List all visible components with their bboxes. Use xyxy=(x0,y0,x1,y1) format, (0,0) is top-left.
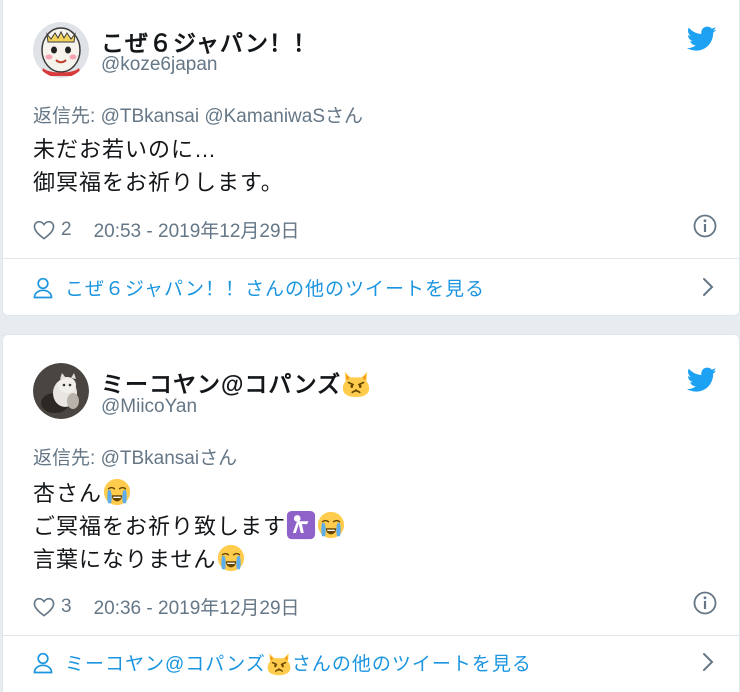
user-handle[interactable]: @koze6japan xyxy=(101,54,217,76)
person-icon xyxy=(33,277,53,299)
chevron-right-icon[interactable] xyxy=(701,651,715,673)
person-bowing-emoji xyxy=(286,510,316,540)
reply-mentions[interactable]: @TBkansai @KamaniwaS xyxy=(101,106,325,127)
more-tweets-label-suffix: さんの他のツイートを見る xyxy=(291,654,532,675)
chevron-right-icon[interactable] xyxy=(701,276,715,298)
user-handle[interactable]: @MiicoYan xyxy=(101,396,197,418)
divider xyxy=(3,635,739,636)
info-icon[interactable] xyxy=(693,214,717,238)
person-icon xyxy=(33,652,53,674)
display-name[interactable]: こぜ６ジャパン！！ xyxy=(101,24,317,58)
avatar[interactable] xyxy=(33,22,89,78)
avatar[interactable] xyxy=(33,363,89,419)
loudly-crying-face-emoji xyxy=(102,477,132,507)
heart-icon[interactable] xyxy=(33,597,55,617)
reply-prefix: 返信先: xyxy=(33,448,96,469)
cat-photo-avatar-icon xyxy=(33,363,89,419)
timestamp[interactable]: 20:36 - 2019年12月29日 xyxy=(94,593,300,620)
more-tweets-label: ミーコヤン@コパンズ xyxy=(65,654,266,675)
heart-icon[interactable] xyxy=(33,220,55,240)
tweet-text-line: 言葉になりません xyxy=(33,542,246,574)
display-name-text: ミーコヤン@コパンズ xyxy=(101,371,342,397)
timestamp[interactable]: 20:53 - 2019年12月29日 xyxy=(94,216,300,243)
tweet-meta: 3 20:36 - 2019年12月29日 xyxy=(33,593,300,620)
tweet-text-line: 杏さん xyxy=(33,476,132,508)
tweet-text-segment: ご冥福をお祈り致します xyxy=(33,514,287,539)
koze-mascot-avatar-icon xyxy=(33,22,89,78)
reply-mentions[interactable]: @TBkansai xyxy=(101,448,200,469)
loudly-crying-face-emoji xyxy=(216,543,246,573)
reply-context: 返信先: @TBkansai @KamaniwaSさん xyxy=(33,101,363,128)
tweet-text-line: 未だお若いのに… xyxy=(33,137,218,162)
loudly-crying-face-emoji xyxy=(316,510,346,540)
pouting-cat-emoji xyxy=(341,368,371,398)
divider xyxy=(3,258,739,259)
reply-prefix: 返信先: xyxy=(33,106,96,127)
tweet-card: ミーコヤン@コパンズ @MiicoYan 返信先: @TBkansaiさん 杏さ… xyxy=(2,334,740,692)
tweet-card: こぜ６ジャパン！！ @koze6japan 返信先: @TBkansai @Ka… xyxy=(2,0,740,316)
more-tweets-label: こぜ６ジャパン！！さんの他のツイートを見る xyxy=(65,279,486,300)
tweet-text-segment: 言葉になりません xyxy=(33,547,217,572)
reply-suffix: さん xyxy=(325,106,364,127)
more-tweets-link[interactable]: ミーコヤン@コパンズ さんの他のツイートを見る xyxy=(33,649,532,676)
twitter-bird-icon[interactable] xyxy=(687,367,717,393)
pouting-cat-emoji xyxy=(266,650,292,676)
tweet-text-segment: 杏さん xyxy=(33,481,103,506)
display-name[interactable]: ミーコヤン@コパンズ xyxy=(101,365,371,399)
twitter-bird-icon[interactable] xyxy=(687,26,717,52)
like-count: 3 xyxy=(61,595,72,617)
tweet-meta: 2 20:53 - 2019年12月29日 xyxy=(33,216,300,243)
reply-suffix: さん xyxy=(199,448,238,469)
like-count: 2 xyxy=(61,218,72,240)
tweet-text-line: ご冥福をお祈り致します xyxy=(33,509,346,541)
more-tweets-link[interactable]: こぜ６ジャパン！！さんの他のツイートを見る xyxy=(33,274,485,301)
info-icon[interactable] xyxy=(693,591,717,615)
tweet-text-line: 御冥福をお祈りします。 xyxy=(33,170,284,195)
reply-context: 返信先: @TBkansaiさん xyxy=(33,443,237,470)
